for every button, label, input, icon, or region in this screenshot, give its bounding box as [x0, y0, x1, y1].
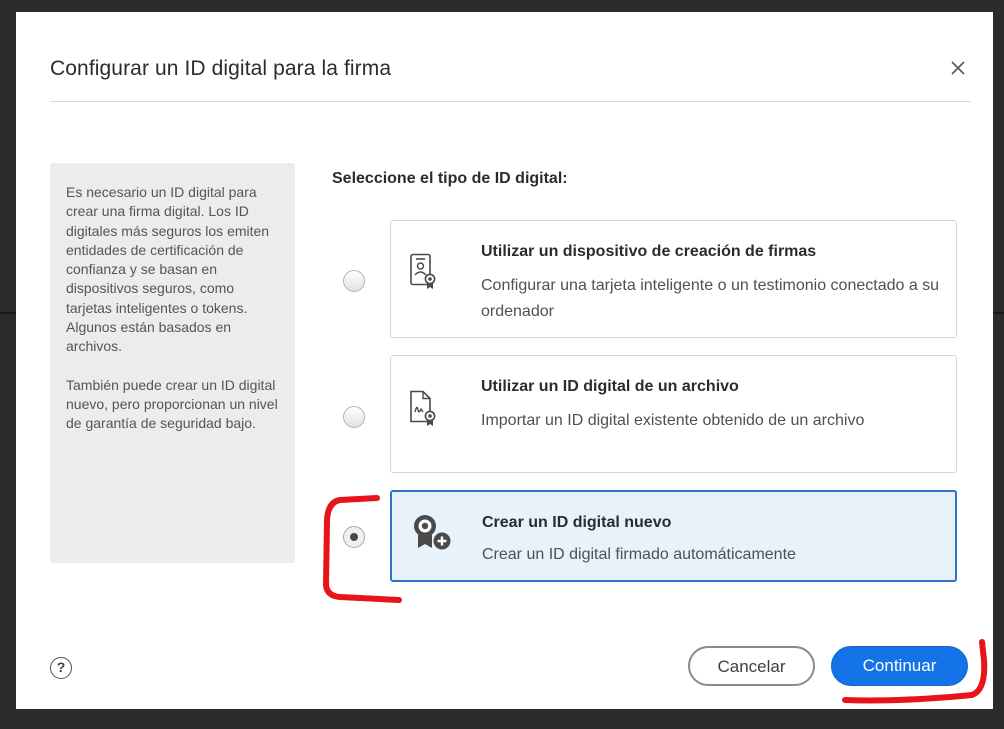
option-card-file[interactable]: Utilizar un ID digital de un archivo Imp…	[390, 355, 957, 473]
new-badge-icon	[414, 515, 451, 550]
radio-option-device[interactable]	[343, 270, 365, 292]
option-title: Utilizar un ID digital de un archivo	[481, 378, 739, 395]
info-panel: Es necesario un ID digital para crear un…	[50, 163, 295, 563]
certificate-file-icon	[410, 390, 436, 426]
option-description: Crear un ID digital firmado automáticame…	[482, 546, 796, 563]
dialog: Configurar un ID digital para la firma E…	[16, 12, 993, 709]
option-description: Importar un ID digital existente obtenid…	[481, 412, 865, 429]
backdrop-line	[0, 312, 16, 314]
option-description: Configurar una tarjeta inteligente o un …	[481, 277, 940, 320]
header-divider	[50, 101, 971, 102]
option-card-new[interactable]: Crear un ID digital nuevo Crear un ID di…	[390, 490, 957, 582]
option-title: Crear un ID digital nuevo	[482, 514, 672, 531]
backdrop-line	[993, 312, 1004, 314]
close-icon	[951, 61, 965, 75]
continue-button[interactable]: Continuar	[831, 646, 968, 686]
section-heading: Seleccione el tipo de ID digital:	[332, 170, 568, 187]
option-card-device[interactable]: Utilizar un dispositivo de creación de f…	[390, 220, 957, 338]
help-button[interactable]: ?	[50, 657, 72, 679]
help-icon: ?	[56, 659, 66, 675]
option-title: Utilizar un dispositivo de creación de f…	[481, 243, 817, 260]
radio-selected-dot	[350, 533, 358, 541]
radio-option-new[interactable]	[343, 526, 365, 548]
info-paragraph-2: También puede crear un ID digital nuevo,…	[66, 376, 278, 432]
radio-option-file[interactable]	[343, 406, 365, 428]
close-button[interactable]	[946, 56, 970, 80]
info-paragraph-1: Es necesario un ID digital para crear un…	[66, 184, 270, 355]
cancel-button[interactable]: Cancelar	[688, 646, 815, 686]
smart-card-icon	[410, 253, 436, 289]
dialog-title: Configurar un ID digital para la firma	[50, 57, 392, 80]
